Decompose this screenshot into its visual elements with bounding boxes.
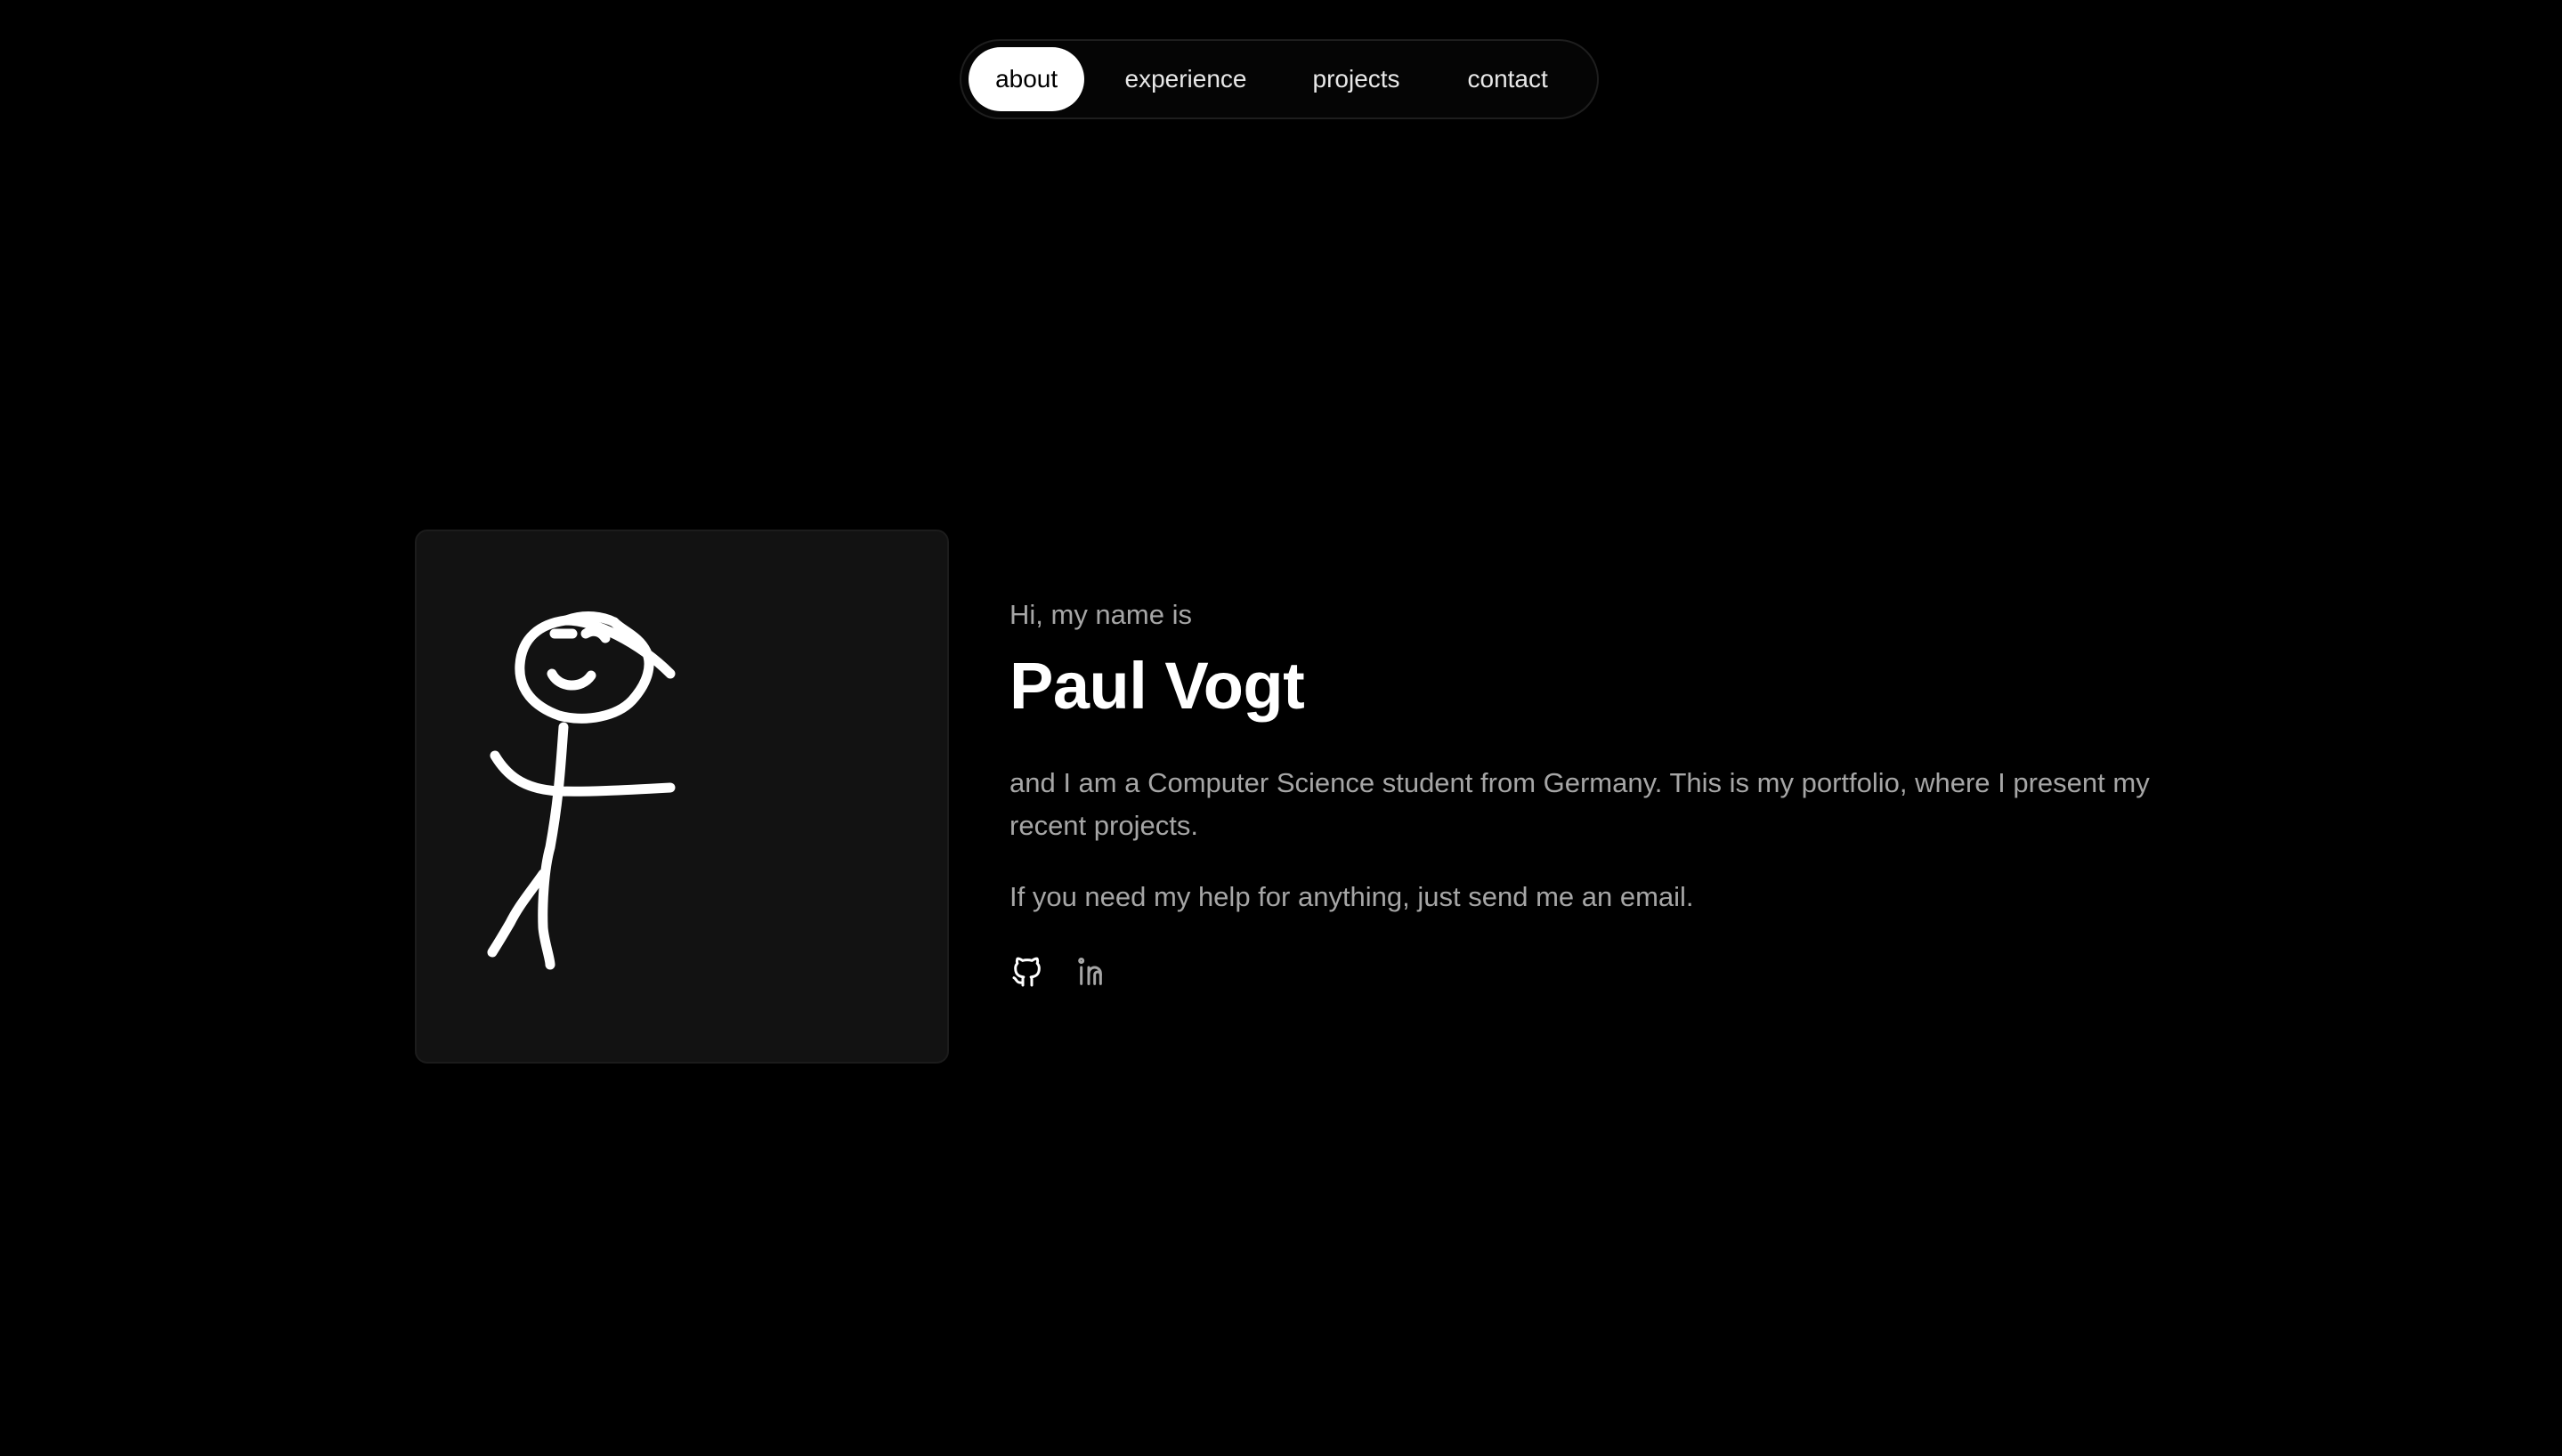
- portfolio-page: about experience projects contact Hi, my…: [0, 0, 2562, 1456]
- stick-figure-icon: [487, 611, 676, 970]
- top-nav: about experience projects contact: [960, 39, 1599, 119]
- greeting-text: Hi, my name is: [1009, 599, 1192, 630]
- avatar-card: [415, 530, 949, 1064]
- nav-item-projects[interactable]: projects: [1287, 47, 1426, 111]
- github-icon: [1012, 957, 1041, 987]
- nav-item-experience[interactable]: experience: [1084, 47, 1286, 111]
- linkedin-link[interactable]: [1075, 954, 1111, 990]
- bio-text: and I am a Computer Science student from…: [1009, 767, 2150, 841]
- social-links: [1009, 954, 2167, 990]
- github-link[interactable]: [1009, 954, 1045, 990]
- contact-prompt-text: If you need my help for anything, just s…: [1009, 881, 1694, 912]
- intro-section: Hi, my name is Paul Vogt and I am a Comp…: [1009, 595, 2167, 990]
- nav-item-about[interactable]: about: [969, 47, 1085, 111]
- page-title: Paul Vogt: [1009, 649, 1305, 723]
- linkedin-icon: [1078, 957, 1102, 985]
- nav-item-contact[interactable]: contact: [1425, 47, 1590, 111]
